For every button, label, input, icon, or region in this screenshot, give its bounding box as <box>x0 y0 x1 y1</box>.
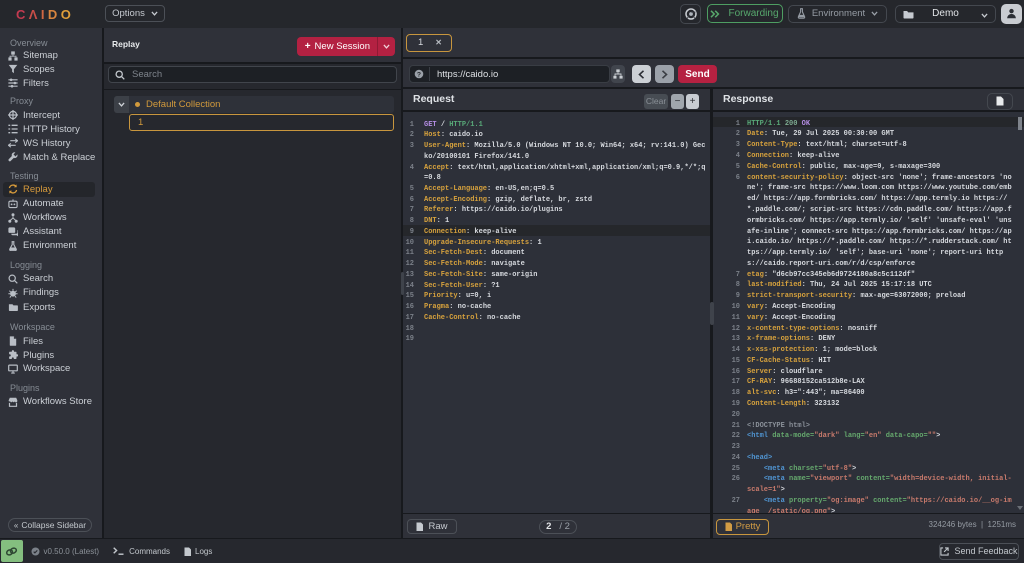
svg-text:?: ? <box>417 71 421 78</box>
